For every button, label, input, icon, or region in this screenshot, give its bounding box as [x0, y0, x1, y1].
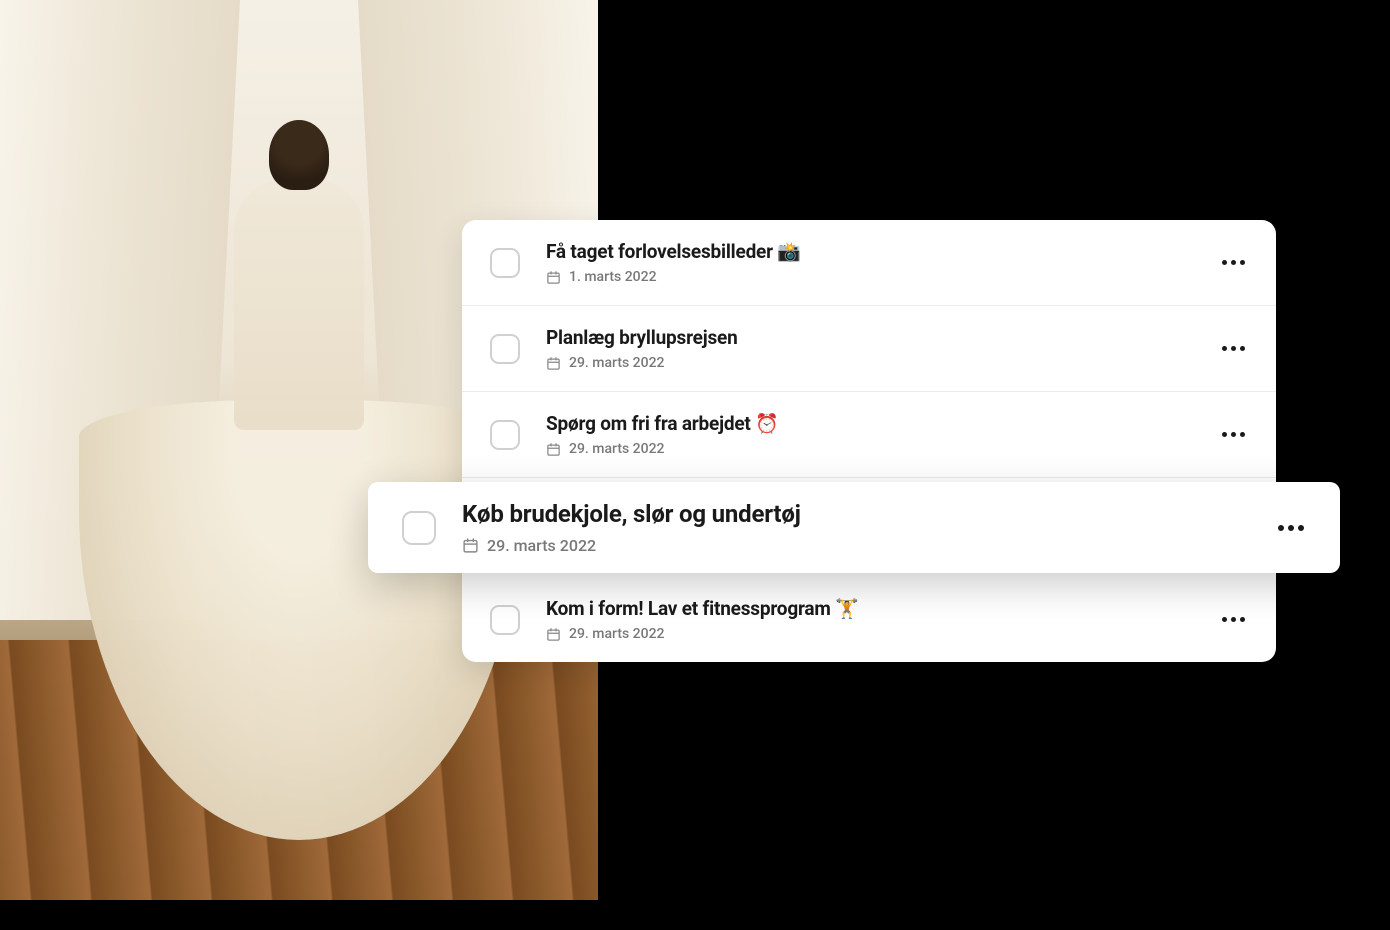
more-button[interactable] [1218, 248, 1248, 278]
task-content: Planlæg bryllupsrejsen 29. marts 2022 [546, 326, 1218, 371]
task-item[interactable]: Kom i form! Lav et fitnessprogram 🏋️ 29.… [462, 577, 1276, 662]
task-date: 1. marts 2022 [546, 269, 1218, 285]
task-title: Spørg om fri fra arbejdet ⏰ [546, 412, 1218, 435]
calendar-icon [546, 356, 561, 371]
calendar-icon [546, 627, 561, 642]
task-content: Få taget forlovelsesbilleder 📸 1. marts … [546, 240, 1218, 285]
more-button[interactable] [1218, 420, 1248, 450]
task-item[interactable]: Planlæg bryllupsrejsen 29. marts 2022 [462, 306, 1276, 392]
task-date-text: 1. marts 2022 [569, 269, 657, 285]
task-date-text: 29. marts 2022 [487, 536, 596, 555]
more-icon [1222, 260, 1245, 265]
task-checkbox[interactable] [490, 334, 520, 364]
task-title: Køb brudekjole, slør og undertøj [462, 500, 1276, 528]
task-checkbox[interactable] [402, 511, 436, 545]
task-date-text: 29. marts 2022 [569, 355, 665, 371]
task-title: Få taget forlovelsesbilleder 📸 [546, 240, 1218, 263]
more-button[interactable] [1218, 334, 1248, 364]
task-content: Køb brudekjole, slør og undertøj 29. mar… [462, 500, 1276, 555]
calendar-icon [546, 442, 561, 457]
task-content: Spørg om fri fra arbejdet ⏰ 29. marts 20… [546, 412, 1218, 457]
calendar-icon [546, 270, 561, 285]
task-title: Planlæg bryllupsrejsen [546, 326, 1218, 349]
task-item[interactable]: Få taget forlovelsesbilleder 📸 1. marts … [462, 220, 1276, 306]
task-item-highlighted[interactable]: Køb brudekjole, slør og undertøj 29. mar… [368, 482, 1340, 573]
task-date: 29. marts 2022 [546, 626, 1218, 642]
task-checkbox[interactable] [490, 605, 520, 635]
calendar-icon [462, 537, 479, 554]
more-icon [1222, 432, 1245, 437]
task-checkbox[interactable] [490, 248, 520, 278]
more-icon [1222, 346, 1245, 351]
task-date-text: 29. marts 2022 [569, 626, 665, 642]
task-list: Få taget forlovelsesbilleder 📸 1. marts … [462, 220, 1276, 662]
task-date: 29. marts 2022 [546, 355, 1218, 371]
task-date-text: 29. marts 2022 [569, 441, 665, 457]
task-title: Kom i form! Lav et fitnessprogram 🏋️ [546, 597, 1218, 620]
task-content: Kom i form! Lav et fitnessprogram 🏋️ 29.… [546, 597, 1218, 642]
task-date: 29. marts 2022 [462, 536, 1276, 555]
more-icon [1222, 617, 1245, 622]
task-item[interactable]: Spørg om fri fra arbejdet ⏰ 29. marts 20… [462, 392, 1276, 478]
more-button[interactable] [1276, 513, 1306, 543]
task-date: 29. marts 2022 [546, 441, 1218, 457]
photo-subject-bride [169, 120, 429, 840]
task-checkbox[interactable] [490, 420, 520, 450]
more-icon [1278, 525, 1304, 531]
more-button[interactable] [1218, 605, 1248, 635]
